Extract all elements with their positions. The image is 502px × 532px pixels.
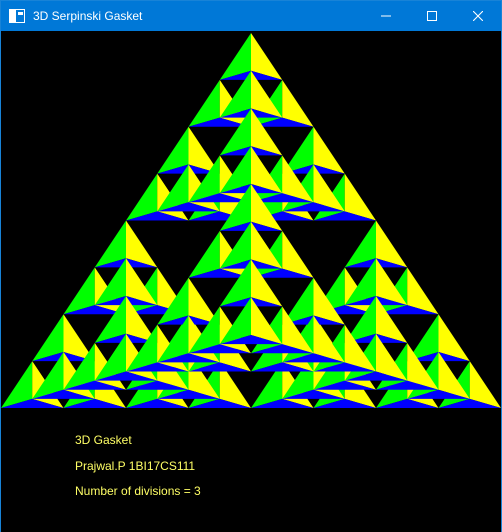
window-title: 3D Serpinski Gasket	[33, 9, 143, 23]
info-author: Prajwal.P 1BI17CS111	[75, 459, 196, 473]
maximize-button[interactable]	[409, 1, 455, 31]
title-bar[interactable]: 3D Serpinski Gasket	[1, 1, 501, 31]
app-window-icon	[9, 8, 25, 24]
app-window: 3D Serpinski Gasket 3D Gasket Prajwal.P …	[0, 0, 502, 532]
close-icon	[473, 11, 483, 21]
minimize-button[interactable]	[363, 1, 409, 31]
maximize-icon	[427, 11, 437, 21]
info-divisions: Number of divisions = 3	[75, 484, 201, 498]
opengl-canvas: 3D Gasket Prajwal.P 1BI17CS111 Number of…	[1, 31, 501, 532]
minimize-icon	[381, 15, 391, 17]
close-button[interactable]	[455, 1, 501, 31]
sierpinski-gasket	[1, 33, 501, 408]
info-title: 3D Gasket	[75, 433, 132, 447]
